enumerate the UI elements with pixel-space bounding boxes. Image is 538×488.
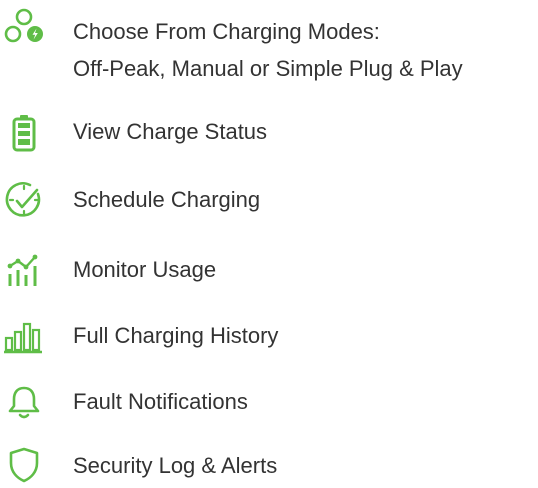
- clock-check-icon: [4, 180, 44, 220]
- feature-security-log: Security Log & Alerts: [0, 444, 538, 488]
- charging-modes-icon: [4, 6, 44, 46]
- feature-charging-modes: Choose From Charging Modes: Off-Peak, Ma…: [0, 0, 538, 100]
- feature-label: Monitor Usage: [73, 257, 217, 282]
- feature-label-multiline: Choose From Charging Modes: Off-Peak, Ma…: [73, 16, 463, 85]
- feature-charging-history: Full Charging History: [0, 314, 538, 364]
- feature-label: Fault Notifications: [73, 389, 248, 414]
- shield-icon: [4, 445, 44, 485]
- usage-chart-icon: [4, 250, 44, 290]
- feature-label: Schedule Charging: [73, 187, 261, 212]
- feature-list: Choose From Charging Modes: Off-Peak, Ma…: [0, 0, 538, 488]
- feature-label: Full Charging History: [73, 323, 279, 348]
- bar-chart-icon: [4, 316, 44, 356]
- feature-label-line-1: Choose From Charging Modes:: [73, 19, 380, 44]
- feature-fault-notifications: Fault Notifications: [0, 380, 538, 430]
- feature-monitor-usage: Monitor Usage: [0, 248, 538, 298]
- feature-charge-status: View Charge Status: [0, 110, 538, 160]
- bell-icon: [4, 382, 44, 422]
- battery-icon: [4, 113, 44, 153]
- feature-schedule-charging: Schedule Charging: [0, 178, 538, 228]
- feature-label: Security Log & Alerts: [73, 453, 278, 478]
- feature-label-line-2: Off-Peak, Manual or Simple Plug & Play: [73, 56, 463, 81]
- feature-label: View Charge Status: [73, 119, 268, 144]
